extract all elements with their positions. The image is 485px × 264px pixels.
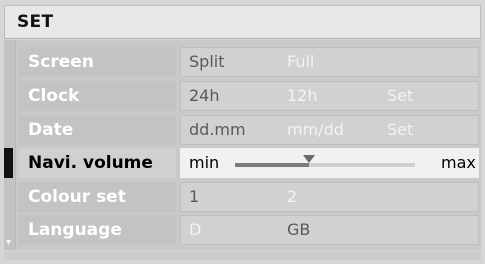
slider-max-label: max bbox=[441, 153, 476, 172]
row-slider-navi-volume: min max bbox=[180, 148, 479, 178]
row-clock[interactable]: Clock 24h 12h Set bbox=[18, 81, 479, 111]
row-label-colour-set: Colour set bbox=[18, 182, 176, 212]
row-label-date: Date bbox=[18, 115, 176, 145]
option-language-d[interactable]: D bbox=[189, 216, 201, 244]
option-full[interactable]: Full bbox=[287, 48, 314, 76]
row-label-screen: Screen bbox=[18, 47, 176, 77]
row-label-navi-volume: Navi. volume bbox=[18, 148, 176, 178]
title-bar: SET bbox=[4, 5, 481, 39]
footer-bar bbox=[4, 251, 481, 260]
scroll-down-arrow-icon[interactable]: ▾ bbox=[6, 238, 11, 248]
option-24h[interactable]: 24h bbox=[189, 82, 220, 110]
option-clock-set[interactable]: Set bbox=[387, 82, 413, 110]
row-options-colour-set: 1 2 bbox=[180, 182, 479, 212]
option-12h[interactable]: 12h bbox=[287, 82, 318, 110]
row-options-screen: Split Full bbox=[180, 47, 479, 77]
option-split[interactable]: Split bbox=[189, 48, 224, 76]
slider-min-label: min bbox=[189, 153, 220, 172]
row-label-clock: Clock bbox=[18, 81, 176, 111]
row-navi-volume[interactable]: Navi. volume min max bbox=[18, 148, 479, 178]
volume-slider-fill bbox=[235, 163, 309, 167]
row-options-clock: 24h 12h Set bbox=[180, 81, 479, 111]
option-date-set[interactable]: Set bbox=[387, 116, 413, 144]
menu-title: SET bbox=[17, 12, 54, 32]
option-colour-2[interactable]: 2 bbox=[287, 183, 297, 211]
option-language-gb[interactable]: GB bbox=[287, 216, 310, 244]
volume-slider[interactable] bbox=[235, 155, 415, 167]
row-language[interactable]: Language D GB bbox=[18, 215, 479, 245]
selection-marker bbox=[4, 148, 13, 178]
row-options-date: dd.mm mm/dd Set bbox=[180, 115, 479, 145]
settings-panel: ▾ Screen Split Full Clock 24h 12h Set Da… bbox=[4, 40, 481, 250]
volume-slider-thumb-icon[interactable] bbox=[303, 155, 315, 163]
option-mm-dd[interactable]: mm/dd bbox=[287, 116, 344, 144]
row-colour-set[interactable]: Colour set 1 2 bbox=[18, 182, 479, 212]
row-screen[interactable]: Screen Split Full bbox=[18, 47, 479, 77]
row-label-language: Language bbox=[18, 215, 176, 245]
selection-strip: ▾ bbox=[4, 40, 16, 250]
row-date[interactable]: Date dd.mm mm/dd Set bbox=[18, 115, 479, 145]
row-options-language: D GB bbox=[180, 215, 479, 245]
option-colour-1[interactable]: 1 bbox=[189, 183, 199, 211]
option-dd-mm[interactable]: dd.mm bbox=[189, 116, 246, 144]
set-menu-screen: SET ▾ Screen Split Full Clock 24h 12h Se… bbox=[0, 0, 485, 264]
